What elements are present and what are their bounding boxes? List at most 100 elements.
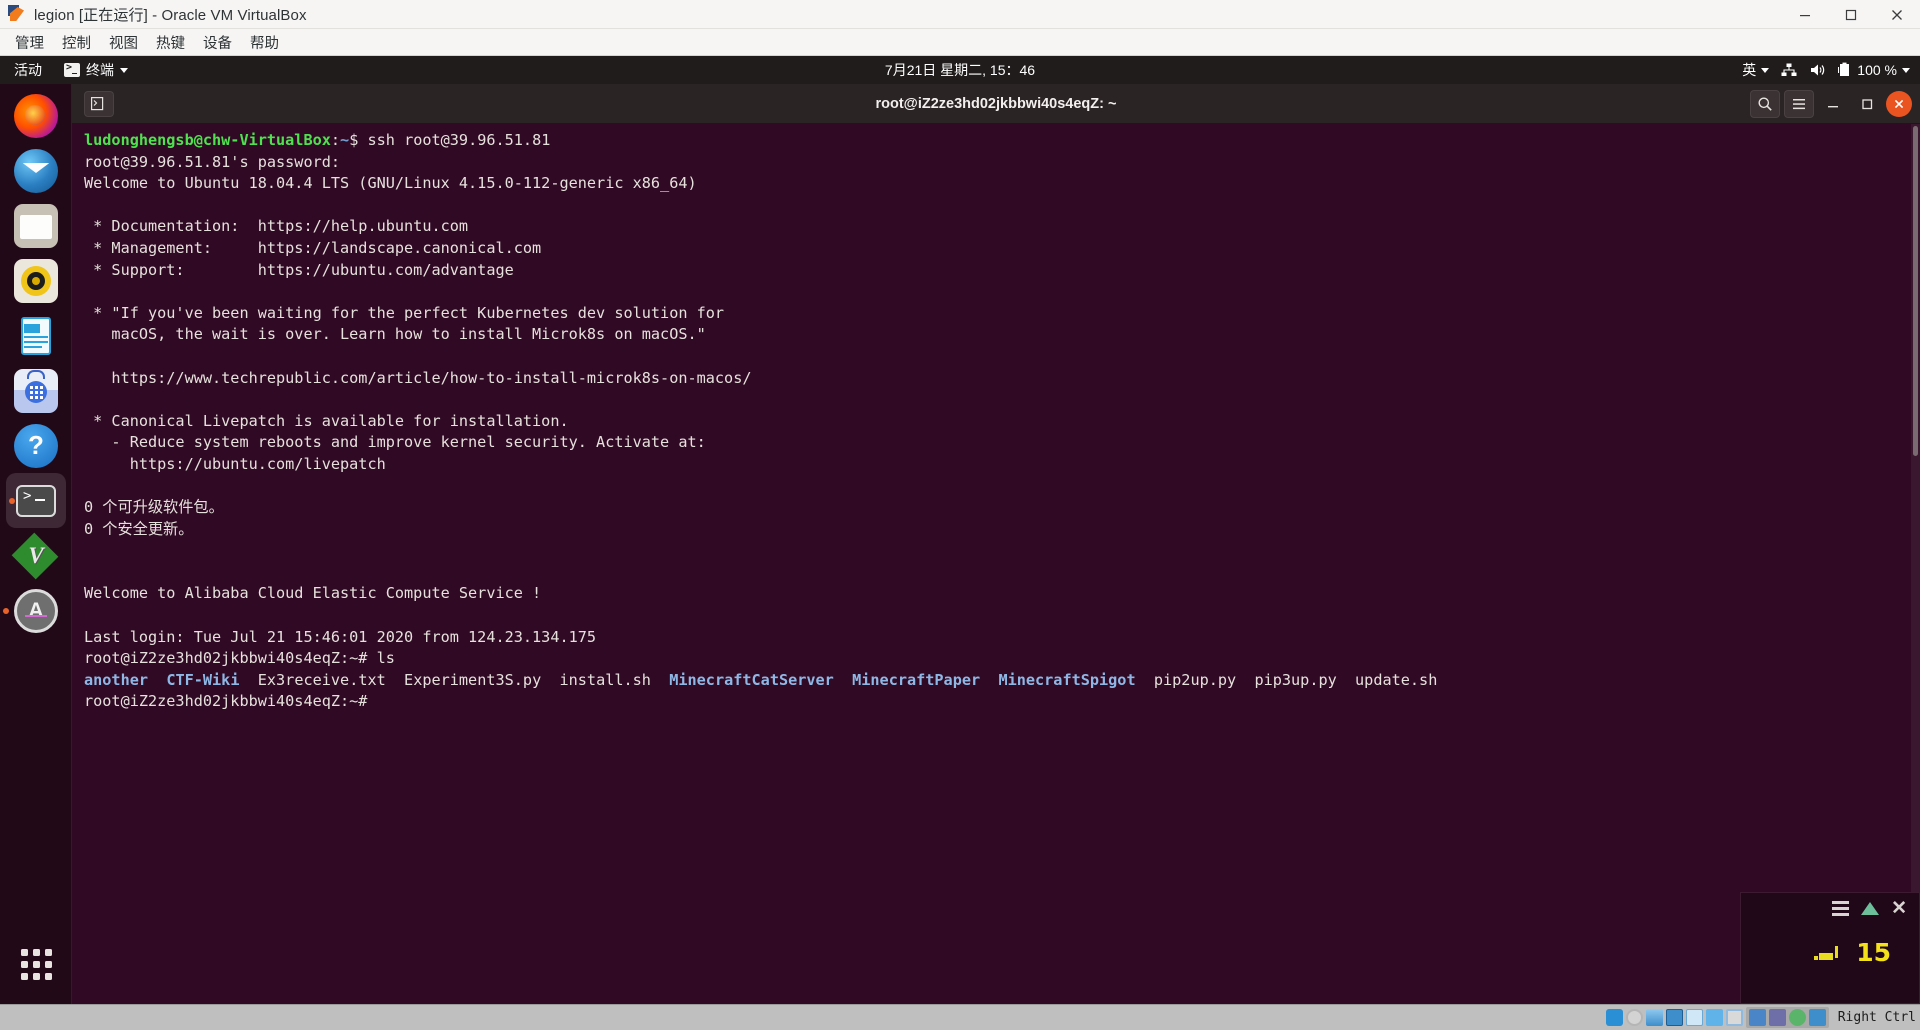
terminal-output[interactable]: ludonghengsb@chw-VirtualBox:~$ ssh root@… — [72, 124, 1920, 1004]
new-tab-icon[interactable] — [84, 90, 114, 117]
terminal-text: ludonghengsb@chw-VirtualBox — [84, 131, 331, 149]
terminal-text: 0 个安全更新。 — [84, 519, 194, 538]
menu-item-manage[interactable]: 管理 — [6, 30, 53, 55]
dock-item-amule[interactable]: A — [0, 583, 72, 638]
menu-item-control[interactable]: 控制 — [53, 30, 100, 55]
vbox-statusbar: Right Ctrl — [0, 1004, 1920, 1030]
statusbar-group — [1745, 1007, 1829, 1028]
terminal-text: root@iZ2ze3hd02jkbbwi40s4eqZ:~# ls — [84, 649, 395, 668]
virtualbox-logo-icon — [8, 5, 26, 23]
usb-icon[interactable] — [1685, 1009, 1703, 1026]
terminal-line: Welcome to Ubuntu 18.04.4 LTS (GNU/Linux… — [72, 173, 1920, 195]
vbox-menubar: 管理 控制 视图 热键 设备 帮助 — [0, 29, 1920, 56]
search-button[interactable] — [1750, 90, 1780, 118]
terminal-scrollbar[interactable] — [1911, 124, 1920, 1004]
vbox-close-button[interactable] — [1874, 0, 1920, 29]
maximize-button[interactable] — [1852, 90, 1882, 118]
display-icon[interactable] — [1725, 1009, 1743, 1026]
activities-button[interactable]: 活动 — [0, 60, 54, 80]
dock-item-rhythmbox[interactable] — [0, 253, 72, 308]
hard-disk-icon[interactable] — [1605, 1009, 1623, 1026]
menu-button[interactable] — [1784, 90, 1814, 118]
input-method-indicator[interactable]: 英 — [1742, 60, 1770, 80]
running-indicator — [9, 497, 15, 504]
keyboard-icon — [1814, 945, 1839, 960]
dock-item-ubuntu-software[interactable] — [0, 363, 72, 418]
close-icon[interactable]: ✕ — [1891, 899, 1907, 918]
recording-icon[interactable] — [1748, 1009, 1766, 1026]
triangle-up-icon[interactable] — [1861, 902, 1880, 915]
terminal-line: 0 个安全更新。 — [72, 519, 1920, 541]
battery-indicator[interactable]: 100 % — [1838, 62, 1910, 78]
dock-item-help[interactable]: ? — [0, 418, 72, 473]
menu-item-help[interactable]: 帮助 — [241, 30, 288, 55]
terminal-window: root@iZ2ze3hd02jkbbwi40s4eqZ: ~ ludonghe… — [72, 84, 1920, 1004]
terminal-line: macOS, the wait is over. Learn how to in… — [72, 324, 1920, 346]
terminal-line: - Reduce system reboots and improve kern… — [72, 432, 1920, 454]
vbox-maximize-button[interactable] — [1828, 0, 1874, 29]
audio-icon[interactable] — [1645, 1009, 1663, 1026]
battery-label: 100 % — [1857, 62, 1897, 78]
terminal-line: https://ubuntu.com/livepatch — [72, 454, 1920, 476]
virtualization-icon[interactable] — [1768, 1009, 1786, 1026]
firefox-icon — [14, 93, 58, 138]
input-method-label: 英 — [1742, 62, 1757, 78]
terminal-line: 0 个可升级软件包。 — [72, 497, 1920, 519]
show-applications-button[interactable] — [0, 942, 72, 986]
ime-count-label: 15 — [1856, 938, 1891, 967]
menu-item-hotkeys[interactable]: 热键 — [147, 30, 194, 55]
terminal-window-controls — [1750, 84, 1912, 124]
volume-indicator[interactable] — [1809, 62, 1826, 78]
app-menu-terminal[interactable]: 终端 — [54, 60, 138, 80]
mouse-integration-icon[interactable] — [1788, 1009, 1806, 1026]
virtualbox-window: legion [正在运行] - Oracle VM VirtualBox 管理 … — [0, 0, 1920, 1030]
dock-item-files[interactable] — [0, 198, 72, 253]
terminal-line: root@iZ2ze3hd02jkbbwi40s4eqZ:~# ls — [72, 648, 1920, 670]
dock-item-thunderbird[interactable] — [0, 143, 72, 198]
terminal-title: root@iZ2ze3hd02jkbbwi40s4eqZ: ~ — [875, 95, 1117, 112]
terminal-text: ~ — [340, 131, 350, 149]
optical-disk-icon[interactable] — [1625, 1009, 1643, 1026]
terminal-text: * Canonical Livepatch is available for i… — [84, 411, 569, 430]
terminal-text: Welcome to Ubuntu 18.04.4 LTS (GNU/Linux… — [84, 174, 697, 193]
system-indicators: 英 100 % — [1742, 56, 1910, 84]
host-key-label: Right Ctrl — [1837, 1010, 1916, 1025]
dock-item-libreoffice-writer[interactable] — [0, 308, 72, 363]
minimize-button[interactable] — [1818, 90, 1848, 118]
terminal-line: ludonghengsb@chw-VirtualBox:~$ ssh root@… — [72, 130, 1920, 152]
network-icon[interactable] — [1665, 1009, 1683, 1026]
terminal-text: CTF-Wiki — [166, 670, 240, 689]
dock: ? > V A — [0, 84, 72, 1004]
guest-screen: 活动 终端 7月21日 星期二, 15：46 英 — [0, 56, 1920, 1004]
help-question-icon: ? — [14, 423, 58, 468]
vbox-minimize-button[interactable] — [1782, 0, 1828, 29]
ime-floating-panel[interactable]: ✕ 15 — [1740, 892, 1920, 1004]
vim-icon: V — [11, 532, 59, 579]
clock[interactable]: 7月21日 星期二, 15：46 — [0, 60, 1920, 80]
dock-item-terminal[interactable]: > — [6, 473, 66, 528]
shared-folders-icon[interactable] — [1705, 1009, 1723, 1026]
terminal-line: * Documentation: https://help.ubuntu.com — [72, 216, 1920, 238]
hamburger-icon[interactable] — [1832, 901, 1850, 916]
terminal-text: Ex3receive.txt Experiment3S.py install.s… — [239, 670, 670, 689]
network-indicator[interactable] — [1781, 62, 1797, 78]
dock-item-vim[interactable]: V — [0, 528, 72, 583]
menu-item-devices[interactable]: 设备 — [194, 30, 241, 55]
terminal-text: - Reduce system reboots and improve kern… — [84, 433, 706, 452]
close-button[interactable] — [1886, 91, 1912, 117]
network-icon — [1781, 63, 1797, 76]
terminal-text: * Documentation: https://help.ubuntu.com — [84, 217, 469, 236]
dock-item-firefox[interactable] — [0, 88, 72, 143]
keyboard-icon[interactable] — [1808, 1009, 1826, 1026]
terminal-text: * "If you've been waiting for the perfec… — [84, 303, 725, 322]
menu-item-view[interactable]: 视图 — [100, 30, 147, 55]
terminal-line: another CTF-Wiki Ex3receive.txt Experime… — [72, 670, 1920, 692]
